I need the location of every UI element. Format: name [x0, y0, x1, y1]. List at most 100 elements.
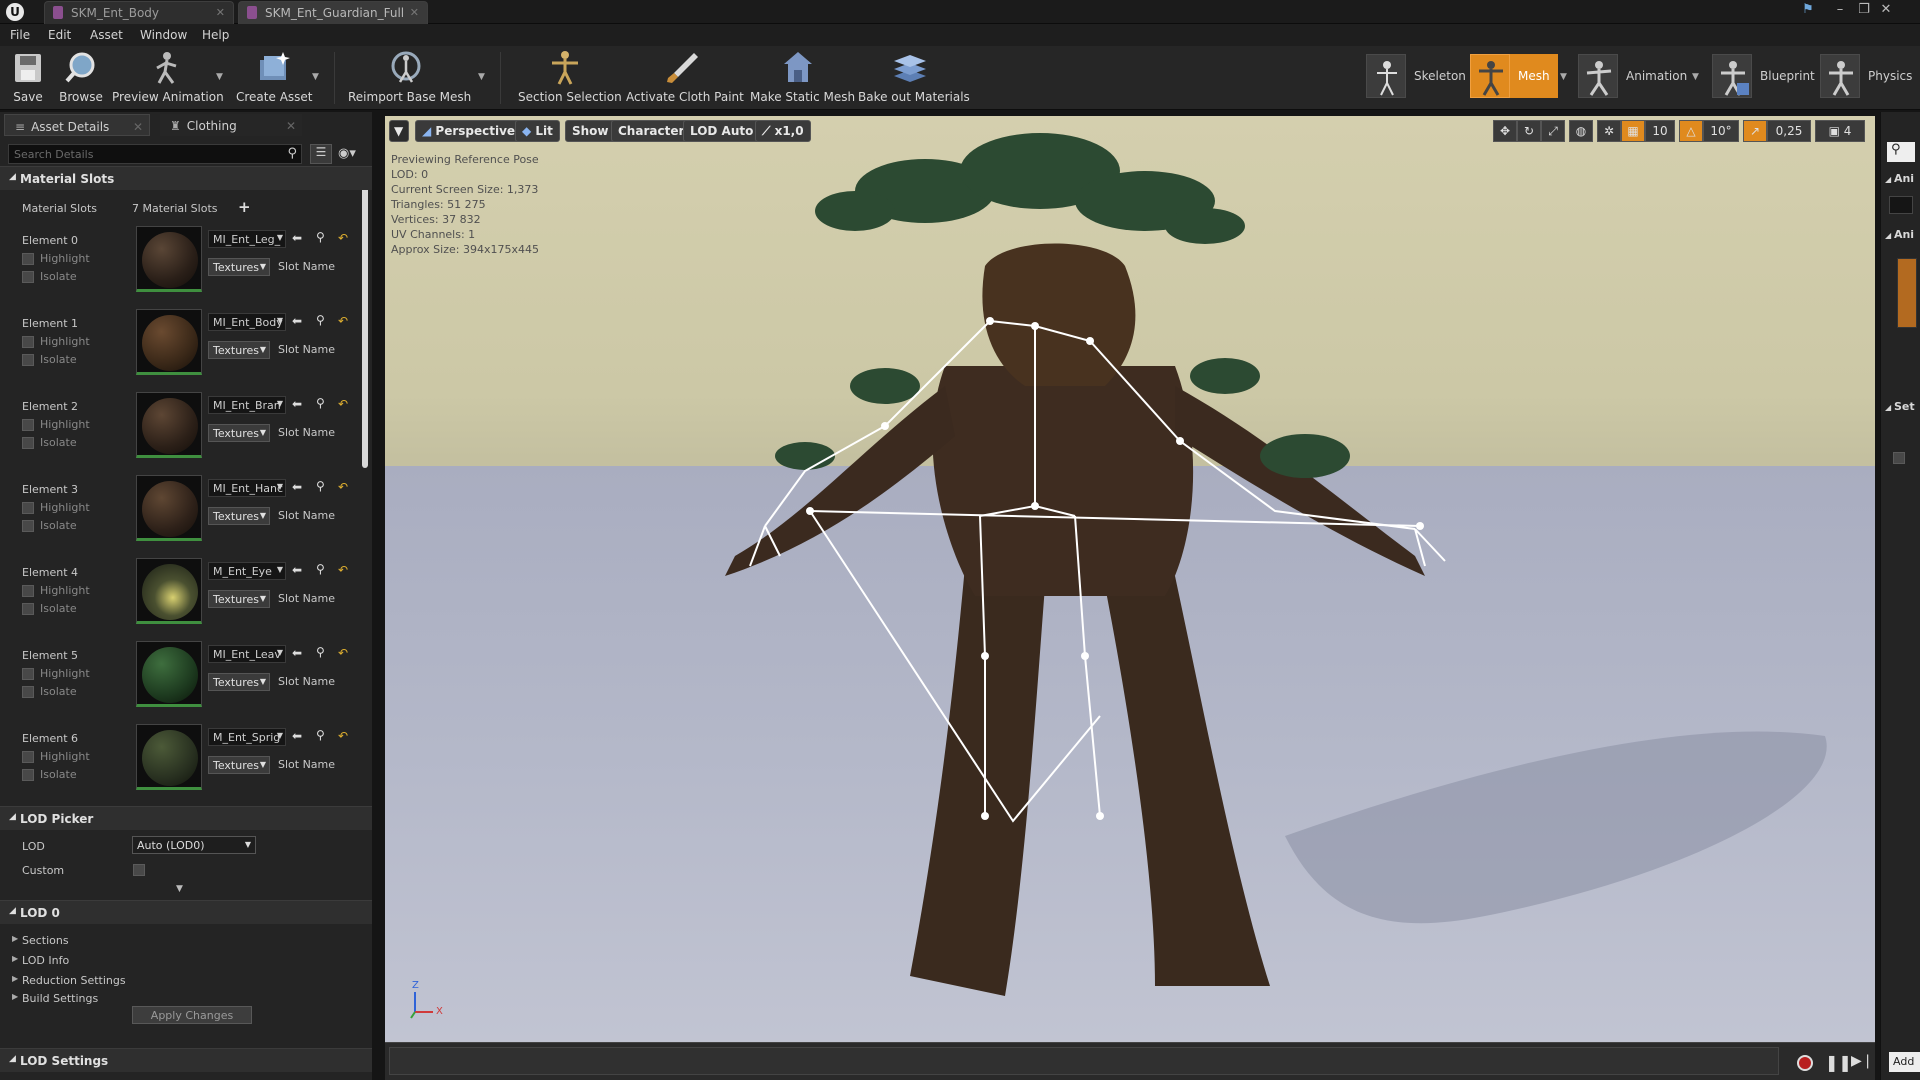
unreal-logo-icon[interactable]: U — [6, 3, 24, 21]
right-section-2[interactable]: ◢ Ani — [1885, 228, 1914, 241]
use-selected-arrow-icon[interactable]: ⬅ — [292, 397, 302, 411]
reset-to-default-icon[interactable]: ↶ — [338, 397, 348, 411]
material-thumbnail[interactable] — [136, 392, 202, 458]
isolate-checkbox[interactable]: Isolate — [22, 353, 77, 366]
custom-lod-checkbox[interactable] — [133, 864, 145, 876]
activate-cloth-paint-button[interactable]: Activate Cloth Paint — [626, 50, 744, 106]
create-asset-button[interactable]: Create Asset — [236, 50, 313, 106]
use-selected-arrow-icon[interactable]: ⬅ — [292, 729, 302, 743]
mode-mesh[interactable]: Mesh — [1470, 54, 1558, 98]
create-asset-dropdown-icon[interactable]: ▼ — [312, 72, 319, 82]
step-forward-icon[interactable]: ▶❘ — [1851, 1053, 1874, 1069]
lod0-build-settings[interactable]: ▶ Build Settings — [12, 992, 98, 1005]
bake-out-materials-button[interactable]: Bake out Materials — [858, 50, 970, 106]
use-selected-arrow-icon[interactable]: ⬅ — [292, 480, 302, 494]
material-thumbnail[interactable] — [136, 309, 202, 375]
mode-animation[interactable]: Animation — [1578, 54, 1687, 98]
animation-mode-dropdown-icon[interactable]: ▼ — [1692, 72, 1699, 82]
scale-tool-icon[interactable]: ⤢ — [1541, 120, 1565, 142]
mode-skeleton[interactable]: Skeleton — [1366, 54, 1466, 98]
menu-window[interactable]: Window — [140, 28, 187, 42]
close-window-button[interactable]: ✕ — [1876, 2, 1896, 17]
use-selected-arrow-icon[interactable]: ⬅ — [292, 563, 302, 577]
isolate-checkbox[interactable]: Isolate — [22, 768, 77, 781]
right-panel-field[interactable] — [1889, 196, 1913, 214]
viewport-options-button[interactable]: ▼ — [389, 120, 409, 142]
material-picker[interactable]: M_Ent_Eye ▼ — [208, 562, 286, 580]
feedback-icon[interactable]: ⚑ — [1798, 2, 1818, 17]
world-local-icon[interactable]: ◍ — [1569, 120, 1593, 142]
tab-skm-ent-guardian-full[interactable]: SKM_Ent_Guardian_Full ✕ — [238, 1, 428, 24]
checkbox-box[interactable] — [22, 685, 34, 698]
material-thumbnail[interactable] — [136, 226, 202, 292]
eye-visibility-icon[interactable]: ◉▾ — [338, 146, 356, 161]
highlight-checkbox[interactable]: Highlight — [22, 335, 90, 348]
reset-to-default-icon[interactable]: ↶ — [338, 231, 348, 245]
material-picker[interactable]: MI_Ent_Bran ▼ — [208, 396, 286, 414]
apply-changes-button[interactable]: Apply Changes — [132, 1006, 252, 1024]
rotation-snap-icon[interactable]: △ — [1679, 120, 1703, 142]
lod-picker-header[interactable]: ◢ LOD Picker — [0, 806, 372, 830]
expand-arrow-icon[interactable]: ▼ — [176, 884, 183, 894]
scale-snap-value[interactable]: 0,25 — [1767, 120, 1811, 142]
make-static-mesh-button[interactable]: Make Static Mesh — [750, 50, 855, 106]
lod-select[interactable]: Auto (LOD0) ▼ — [132, 836, 256, 854]
view-options-button[interactable]: ☰ — [310, 144, 332, 164]
menu-asset[interactable]: Asset — [90, 28, 123, 42]
add-button[interactable]: Add — [1889, 1052, 1920, 1072]
use-selected-arrow-icon[interactable]: ⬅ — [292, 646, 302, 660]
lod-auto-button[interactable]: LOD Auto — [683, 120, 761, 142]
checkbox-box[interactable] — [22, 768, 34, 781]
section-selection-button[interactable]: Section Selection — [518, 50, 622, 106]
save-button[interactable]: Save — [8, 50, 48, 106]
checkbox-box[interactable] — [22, 418, 34, 431]
textures-dropdown[interactable]: Textures ▼ — [208, 756, 270, 774]
browse-button[interactable]: Browse — [58, 50, 104, 106]
textures-dropdown[interactable]: Textures ▼ — [208, 424, 270, 442]
timeline-scrubber[interactable] — [389, 1047, 1779, 1075]
close-icon[interactable]: ✕ — [286, 119, 296, 133]
rotate-tool-icon[interactable]: ↻ — [1517, 120, 1541, 142]
browse-magnifier-icon[interactable]: ⚲ — [316, 313, 325, 327]
ent-character-model[interactable] — [385, 116, 1875, 1042]
material-picker[interactable]: MI_Ent_Leg_ ▼ — [208, 230, 286, 248]
browse-magnifier-icon[interactable]: ⚲ — [316, 396, 325, 410]
right-panel-search-icon[interactable]: ⚲ — [1887, 142, 1915, 162]
material-thumbnail[interactable] — [136, 641, 202, 707]
checkbox-box[interactable] — [22, 270, 34, 283]
add-slot-icon[interactable]: + — [238, 198, 251, 216]
right-section-3[interactable]: ◢ Set — [1885, 400, 1915, 413]
checkbox-box[interactable] — [22, 602, 34, 615]
browse-magnifier-icon[interactable]: ⚲ — [316, 562, 325, 576]
isolate-checkbox[interactable]: Isolate — [22, 602, 77, 615]
isolate-checkbox[interactable]: Isolate — [22, 270, 77, 283]
reset-to-default-icon[interactable]: ↶ — [338, 314, 348, 328]
lod0-reduction-settings[interactable]: ▶ Reduction Settings — [12, 974, 126, 987]
lod0-lod-info[interactable]: ▶ LOD Info — [12, 954, 69, 967]
right-panel-color-swatch[interactable] — [1897, 258, 1917, 328]
preview-animation-button[interactable]: Preview Animation — [112, 50, 224, 106]
minimize-button[interactable]: – — [1830, 2, 1850, 17]
right-panel-checkbox[interactable] — [1893, 452, 1905, 464]
record-icon[interactable] — [1797, 1055, 1813, 1071]
reimport-base-mesh-button[interactable]: Reimport Base Mesh — [348, 50, 471, 106]
details-scrollbar[interactable] — [362, 168, 368, 468]
preview-animation-dropdown-icon[interactable]: ▼ — [216, 72, 223, 82]
highlight-checkbox[interactable]: Highlight — [22, 501, 90, 514]
isolate-checkbox[interactable]: Isolate — [22, 436, 77, 449]
surface-snap-icon[interactable]: ✲ — [1597, 120, 1621, 142]
lod0-header[interactable]: ◢ LOD 0 — [0, 900, 372, 924]
search-details-input[interactable]: Search Details ⚲ — [8, 144, 302, 164]
mode-physics[interactable]: Physics — [1820, 54, 1912, 98]
checkbox-box[interactable] — [22, 335, 34, 348]
viewport[interactable]: ▼ ◢ Perspective ◆ Lit Show Character LOD… — [385, 116, 1875, 1042]
pause-icon[interactable]: ❚❚ — [1825, 1053, 1852, 1072]
material-slots-header[interactable]: ◢ Material Slots — [0, 166, 372, 190]
browse-magnifier-icon[interactable]: ⚲ — [316, 728, 325, 742]
perspective-button[interactable]: ◢ Perspective — [415, 120, 523, 142]
use-selected-arrow-icon[interactable]: ⬅ — [292, 231, 302, 245]
material-picker[interactable]: MI_Ent_Body ▼ — [208, 313, 286, 331]
reset-to-default-icon[interactable]: ↶ — [338, 729, 348, 743]
tab-clothing[interactable]: ♜ Clothing ✕ — [160, 114, 302, 136]
show-button[interactable]: Show — [565, 120, 616, 142]
